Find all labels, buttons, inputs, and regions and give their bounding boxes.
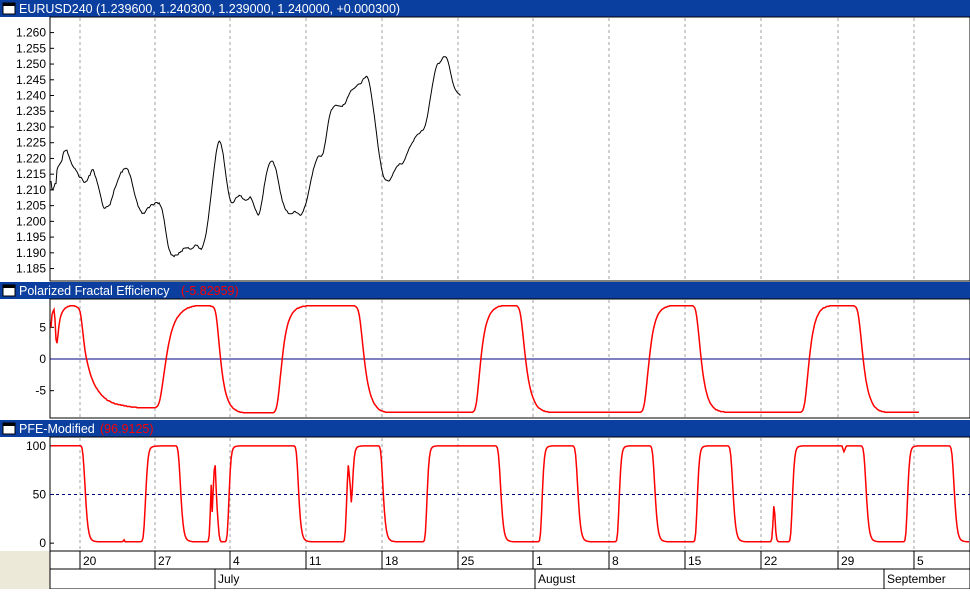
y-tick-label: 0 bbox=[39, 536, 46, 550]
y-tick-label: 100 bbox=[26, 439, 46, 453]
day-label: 22 bbox=[764, 554, 778, 568]
pfem-title: PFE-Modified bbox=[19, 422, 95, 436]
y-tick-label: 1.190 bbox=[16, 246, 46, 260]
day-label: 8 bbox=[612, 554, 619, 568]
day-label: 18 bbox=[385, 554, 399, 568]
y-tick-label: 1.245 bbox=[16, 73, 46, 87]
y-tick-label: 1.230 bbox=[16, 120, 46, 134]
month-label: August bbox=[538, 572, 576, 586]
chart-canvas: EURUSD240 (1.239600, 1.240300, 1.239000,… bbox=[0, 0, 970, 590]
y-tick-label: 1.220 bbox=[16, 151, 46, 165]
y-tick-label: 1.200 bbox=[16, 214, 46, 228]
y-tick-label: 1.250 bbox=[16, 57, 46, 71]
y-tick-label: 1.255 bbox=[16, 41, 46, 55]
day-label: 11 bbox=[309, 554, 322, 568]
price-ohlc-readout: (1.239600, 1.240300, 1.239000, 1.240000,… bbox=[96, 2, 400, 16]
day-label: 5 bbox=[917, 554, 924, 568]
y-tick-label: 1.225 bbox=[16, 136, 46, 150]
pfe-title: Polarized Fractal Efficiency bbox=[19, 284, 170, 298]
pfem-value: (96.9125) bbox=[100, 422, 154, 436]
y-tick-label: 5 bbox=[39, 320, 46, 334]
y-tick-label: 1.205 bbox=[16, 199, 46, 213]
pane-price[interactable]: EURUSD240 (1.239600, 1.240300, 1.239000,… bbox=[0, 0, 970, 282]
price-y-axis: 1.185 1.190 1.195 1.2001.205 1.210 1.215 1.220… bbox=[16, 26, 54, 276]
month-label: September bbox=[887, 572, 946, 586]
y-tick-label: 1.215 bbox=[16, 167, 46, 181]
day-label: 1 bbox=[536, 554, 543, 568]
chart-window: EURUSD240 (1.239600, 1.240300, 1.239000,… bbox=[0, 0, 970, 590]
price-plot-area bbox=[49, 16, 970, 282]
pane-pfem[interactable]: PFE-Modified (96.9125) 100 50 0 bbox=[0, 420, 970, 552]
window-icon-bar bbox=[3, 423, 15, 426]
day-label: 15 bbox=[688, 554, 702, 568]
y-tick-label: -5 bbox=[35, 384, 46, 398]
window-icon-bar bbox=[3, 285, 15, 288]
day-label: 4 bbox=[233, 554, 240, 568]
y-tick-label: 1.235 bbox=[16, 104, 46, 118]
day-label: 27 bbox=[158, 554, 172, 568]
price-title: EURUSD240 bbox=[19, 2, 93, 16]
y-tick-label: 1.210 bbox=[16, 183, 46, 197]
day-label: 20 bbox=[83, 554, 97, 568]
y-tick-label: 1.185 bbox=[16, 262, 46, 276]
month-label: July bbox=[218, 572, 239, 586]
pfe-value: (-5.82959) bbox=[181, 284, 239, 298]
day-label: 25 bbox=[461, 554, 475, 568]
y-tick-label: 1.240 bbox=[16, 89, 46, 103]
y-tick-label: 0 bbox=[39, 352, 46, 366]
window-icon-bar bbox=[3, 3, 15, 6]
pane-pfe[interactable]: Polarized Fractal Efficiency (-5.82959) … bbox=[0, 282, 970, 419]
day-label: 29 bbox=[841, 554, 855, 568]
time-axis-panel bbox=[49, 550, 970, 590]
y-tick-label: 1.260 bbox=[16, 26, 46, 40]
y-tick-label: 1.195 bbox=[16, 230, 46, 244]
time-axis: 20 27 4 11 18 25 1 8 15 22 29 5 July August September bbox=[0, 550, 970, 590]
y-tick-label: 50 bbox=[33, 488, 47, 502]
